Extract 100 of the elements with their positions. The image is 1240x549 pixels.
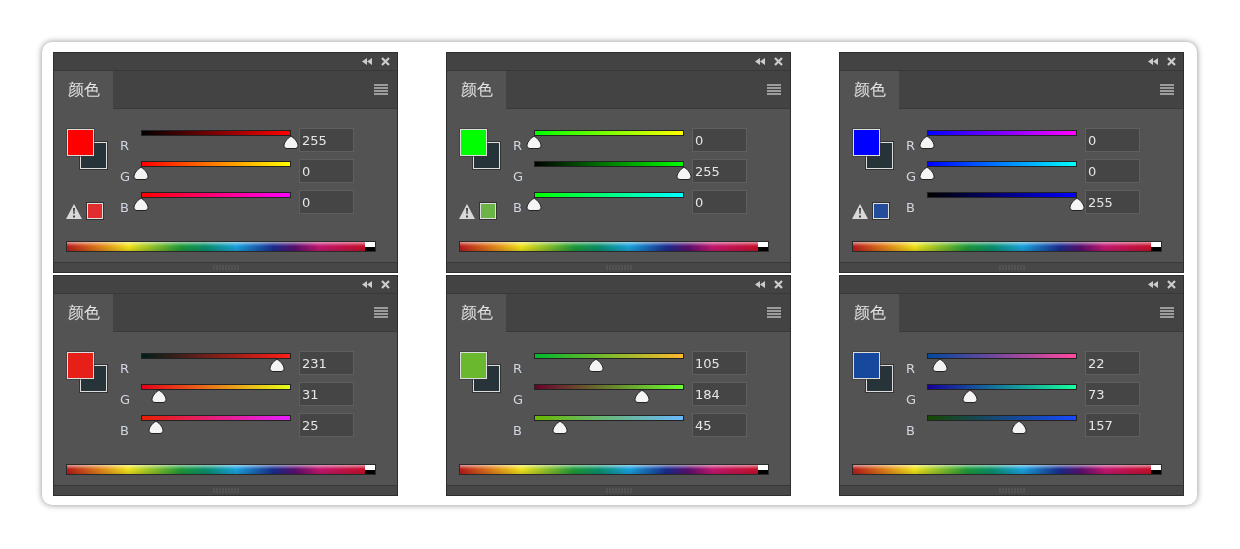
- color-swatches[interactable]: [852, 351, 894, 393]
- channel-label: G: [906, 168, 918, 186]
- value-field[interactable]: 0: [299, 159, 354, 183]
- spectrum-bar[interactable]: [459, 464, 769, 475]
- spectrum-bar[interactable]: [852, 464, 1162, 475]
- panel-tab[interactable]: 颜色: [840, 70, 899, 109]
- value-field[interactable]: 31: [299, 382, 354, 406]
- slider-thumb[interactable]: [526, 136, 542, 149]
- gamut-swatch[interactable]: [873, 203, 889, 219]
- gamut-swatch[interactable]: [87, 203, 103, 219]
- slider-track[interactable]: [141, 192, 291, 198]
- slider-thumb[interactable]: [931, 359, 948, 372]
- value-field[interactable]: 105: [692, 351, 747, 375]
- menu-icon[interactable]: [374, 307, 388, 318]
- slider-track[interactable]: [141, 415, 291, 421]
- channel-label: R: [906, 360, 917, 378]
- value-field[interactable]: 0: [1085, 159, 1140, 183]
- collapse-icon[interactable]: [755, 58, 765, 65]
- slider-thumb[interactable]: [1011, 421, 1028, 434]
- value-field[interactable]: 255: [1085, 190, 1140, 214]
- slider-track[interactable]: [534, 353, 684, 359]
- value-field[interactable]: 0: [692, 190, 747, 214]
- menu-icon[interactable]: [767, 84, 781, 95]
- color-swatches[interactable]: [459, 128, 501, 170]
- value-field[interactable]: 22: [1085, 351, 1140, 375]
- warning-icon[interactable]: [852, 203, 868, 219]
- slider-track[interactable]: [141, 384, 291, 390]
- slider-thumb[interactable]: [919, 167, 935, 180]
- menu-icon[interactable]: [374, 84, 388, 95]
- slider-track[interactable]: [534, 415, 684, 421]
- slider-track[interactable]: [927, 130, 1077, 136]
- value-field[interactable]: 231: [299, 351, 354, 375]
- slider-track[interactable]: [534, 130, 684, 136]
- close-icon[interactable]: [381, 280, 390, 289]
- slider-thumb[interactable]: [268, 359, 285, 372]
- value-field[interactable]: 0: [692, 128, 747, 152]
- spectrum-bar[interactable]: [852, 241, 1162, 252]
- slider-track[interactable]: [534, 384, 684, 390]
- slider-track[interactable]: [534, 192, 684, 198]
- color-swatches[interactable]: [66, 128, 108, 170]
- panel-tab[interactable]: 颜色: [447, 70, 506, 109]
- warning-icon[interactable]: [459, 203, 475, 219]
- collapse-icon[interactable]: [755, 281, 765, 288]
- color-swatches[interactable]: [66, 351, 108, 393]
- panel-tab[interactable]: 颜色: [54, 293, 113, 332]
- panel-tab[interactable]: 颜色: [54, 70, 113, 109]
- color-swatches[interactable]: [852, 128, 894, 170]
- slider-track[interactable]: [927, 415, 1077, 421]
- close-icon[interactable]: [1167, 57, 1176, 66]
- slider-track[interactable]: [927, 161, 1077, 167]
- value-field[interactable]: 73: [1085, 382, 1140, 406]
- gamut-swatch[interactable]: [480, 203, 496, 219]
- slider-thumb[interactable]: [133, 198, 149, 211]
- spectrum-bar[interactable]: [66, 241, 376, 252]
- slider-track[interactable]: [141, 353, 291, 359]
- panel-tab[interactable]: 颜色: [447, 293, 506, 332]
- slider-track[interactable]: [141, 161, 291, 167]
- value-field[interactable]: 25: [299, 413, 354, 437]
- collapse-icon[interactable]: [362, 281, 372, 288]
- slider-thumb[interactable]: [676, 167, 692, 180]
- value-field[interactable]: 45: [692, 413, 747, 437]
- slider-thumb[interactable]: [283, 136, 299, 149]
- close-icon[interactable]: [381, 57, 390, 66]
- panel-tab[interactable]: 颜色: [840, 293, 899, 332]
- slider-thumb[interactable]: [526, 198, 542, 211]
- slider-track[interactable]: [927, 192, 1077, 198]
- channel-label: G: [513, 168, 525, 186]
- menu-icon[interactable]: [1160, 307, 1174, 318]
- slider-track[interactable]: [927, 353, 1077, 359]
- slider-thumb[interactable]: [151, 390, 168, 403]
- slider-thumb[interactable]: [552, 421, 569, 434]
- spectrum-bar[interactable]: [459, 241, 769, 252]
- channel-label: G: [120, 391, 132, 409]
- slider-thumb[interactable]: [587, 359, 604, 372]
- slider-thumb[interactable]: [634, 390, 651, 403]
- value-field[interactable]: 184: [692, 382, 747, 406]
- slider-thumb[interactable]: [147, 421, 164, 434]
- close-icon[interactable]: [774, 57, 783, 66]
- value-field[interactable]: 255: [692, 159, 747, 183]
- value-field[interactable]: 255: [299, 128, 354, 152]
- close-icon[interactable]: [1167, 280, 1176, 289]
- slider-track[interactable]: [534, 161, 684, 167]
- value-field[interactable]: 0: [1085, 128, 1140, 152]
- slider-track[interactable]: [141, 130, 291, 136]
- spectrum-bar[interactable]: [66, 464, 376, 475]
- slider-thumb[interactable]: [961, 390, 978, 403]
- collapse-icon[interactable]: [1148, 281, 1158, 288]
- collapse-icon[interactable]: [1148, 58, 1158, 65]
- value-field[interactable]: 0: [299, 190, 354, 214]
- warning-icon[interactable]: [66, 203, 82, 219]
- slider-thumb[interactable]: [919, 136, 935, 149]
- slider-track[interactable]: [927, 384, 1077, 390]
- value-field[interactable]: 157: [1085, 413, 1140, 437]
- color-swatches[interactable]: [459, 351, 501, 393]
- collapse-icon[interactable]: [362, 58, 372, 65]
- menu-icon[interactable]: [767, 307, 781, 318]
- slider-thumb[interactable]: [133, 167, 149, 180]
- menu-icon[interactable]: [1160, 84, 1174, 95]
- close-icon[interactable]: [774, 280, 783, 289]
- slider-thumb[interactable]: [1069, 198, 1085, 211]
